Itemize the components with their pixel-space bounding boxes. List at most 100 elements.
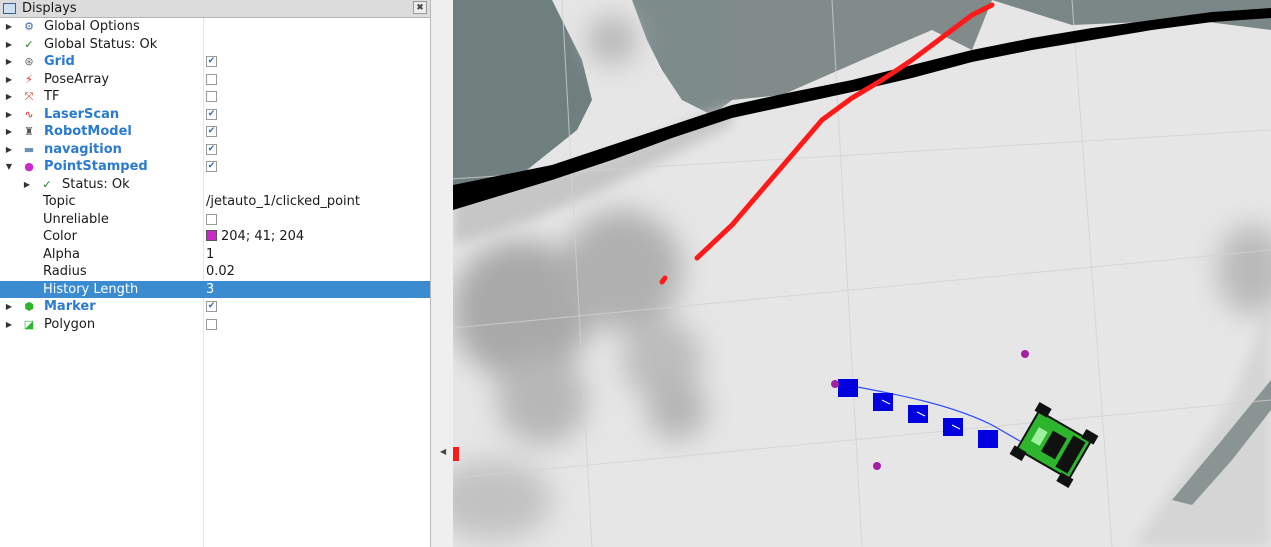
display-row-pointstamped[interactable]: ▼ ● PointStamped ✔: [0, 158, 430, 176]
property-value-text: 3: [206, 281, 215, 297]
expand-arrow-right-icon[interactable]: ▶: [4, 106, 14, 124]
display-label: Unreliable: [43, 211, 109, 227]
checkbox-checked[interactable]: ✔: [206, 301, 217, 312]
display-row-marker[interactable]: ▶ ⬢ Marker ✔: [0, 298, 430, 316]
display-label: navagition: [44, 141, 122, 157]
clicked-point: [831, 380, 839, 388]
map-view[interactable]: [432, 0, 1271, 547]
point-icon: ●: [24, 160, 34, 173]
display-label: Radius: [43, 264, 87, 279]
expand-arrow-right-icon[interactable]: ▶: [4, 141, 14, 159]
checkbox-checked[interactable]: ✔: [206, 108, 217, 120]
expand-arrow-right-icon[interactable]: ▶: [4, 53, 14, 71]
property-value-text: /jetauto_1/clicked_point: [206, 194, 360, 209]
display-label: PoseArray: [44, 71, 110, 87]
property-value[interactable]: 0.02: [206, 263, 235, 281]
clicked-point: [873, 462, 881, 470]
display-row-history-length[interactable]: History Length 3: [0, 280, 430, 299]
expand-arrow-right-icon[interactable]: ▶: [4, 36, 14, 54]
display-row-radius[interactable]: Radius 0.02: [0, 263, 430, 281]
clicked-point: [1021, 350, 1029, 358]
checkbox-unchecked[interactable]: [206, 73, 217, 85]
display-label: TF: [44, 89, 60, 104]
display-label: RobotModel: [44, 124, 132, 139]
property-value-text: 0.02: [206, 264, 235, 279]
expand-arrow-right-icon[interactable]: ▶: [22, 176, 32, 194]
display-label: LaserScan: [44, 106, 120, 122]
robot-icon: ♜: [24, 125, 34, 138]
display-row-posearray[interactable]: ▶ ⚡ PoseArray: [0, 71, 430, 89]
display-label: History Length: [43, 281, 139, 297]
checkbox-unchecked[interactable]: [206, 213, 217, 225]
folder-icon: ▬: [23, 142, 35, 156]
display-row-global-status-ok[interactable]: ▶ ✓ Global Status: Ok: [0, 36, 430, 54]
display-row-unreliable[interactable]: Unreliable: [0, 211, 430, 229]
polygon-icon: ◪: [23, 317, 35, 331]
checkbox-checked[interactable]: ✔: [206, 161, 217, 172]
path-marker: [978, 430, 998, 448]
property-value[interactable]: 3: [206, 281, 214, 299]
property-value-text: 1: [206, 246, 215, 262]
laser-point-edge: [453, 447, 459, 461]
panel-title: Displays: [22, 1, 77, 16]
display-label: PointStamped: [44, 159, 148, 174]
display-row-grid[interactable]: ▶ ⊛ Grid ✔: [0, 53, 430, 71]
laserscan-icon: ∿: [24, 107, 34, 121]
displays-tree: ▶ ⚙ Global Options ▶ ✓ Global Status: Ok ▶ ⊛ Gri…: [0, 18, 430, 333]
display-row-navagition[interactable]: ▶ ▬ navagition ✔: [0, 141, 430, 159]
color-swatch[interactable]: [206, 230, 217, 241]
display-row-laserscan[interactable]: ▶ ∿ LaserScan ✔: [0, 106, 430, 124]
expand-arrow-right-icon[interactable]: ▶: [4, 298, 14, 316]
expand-arrow-right-icon[interactable]: ▶: [4, 316, 14, 334]
display-row-robotmodel[interactable]: ▶ ♜ RobotModel ✔: [0, 123, 430, 141]
checkbox-unchecked[interactable]: [206, 318, 217, 330]
expand-arrow-right-icon[interactable]: ▶: [4, 71, 14, 89]
display-label: Topic: [43, 194, 76, 209]
rviz-3d-viewport[interactable]: [432, 0, 1271, 547]
display-row-alpha[interactable]: Alpha 1: [0, 246, 430, 264]
display-label: Polygon: [44, 316, 96, 332]
path-marker: [838, 379, 858, 397]
expand-arrow-right-icon[interactable]: ▶: [4, 88, 14, 106]
display-row-topic[interactable]: Topic/jetauto_1/clicked_point: [0, 193, 430, 211]
property-value[interactable]: 204; 41; 204: [206, 228, 304, 246]
posearray-icon: ⚡: [25, 72, 33, 86]
display-label: Global Status: Ok: [44, 36, 158, 52]
display-row-polygon[interactable]: ▶ ◪ Polygon: [0, 316, 430, 334]
display-label: Color: [43, 229, 77, 244]
marker-icon: ⬢: [24, 300, 34, 313]
displays-panel: Displays ✖ ▶ ⚙ Global Options ▶ ✓ Global Stat…: [0, 0, 431, 547]
panel-splitter[interactable]: [432, 0, 453, 547]
check-icon: ✓: [24, 37, 34, 51]
gear-icon: ⚙: [24, 20, 34, 33]
display-label: Global Options: [44, 19, 140, 34]
expand-arrow-down-icon[interactable]: ▼: [4, 158, 14, 176]
display-label: Alpha: [43, 246, 80, 262]
checkbox-checked[interactable]: ✔: [206, 143, 217, 155]
collapse-arrow-icon[interactable]: ◀: [440, 447, 446, 456]
path-marker: [873, 393, 893, 411]
display-row-global-options[interactable]: ▶ ⚙ Global Options: [0, 18, 430, 36]
grid-icon: ⊛: [24, 55, 34, 68]
property-value[interactable]: /jetauto_1/clicked_point: [206, 193, 360, 211]
display-label: Grid: [44, 54, 75, 69]
tf-icon: ⤧: [24, 90, 34, 103]
checkbox-checked[interactable]: ✔: [206, 56, 217, 67]
expand-arrow-right-icon[interactable]: ▶: [4, 18, 14, 36]
checkbox-checked[interactable]: ✔: [206, 126, 217, 137]
check-icon: ✓: [42, 177, 52, 191]
close-icon[interactable]: ✖: [413, 1, 427, 14]
display-row-tf[interactable]: ▶ ⤧ TF: [0, 88, 430, 106]
property-value-text: 204; 41; 204: [221, 229, 305, 244]
property-value[interactable]: 1: [206, 246, 214, 264]
display-label: Marker: [44, 299, 96, 314]
display-row-color[interactable]: Color 204; 41; 204: [0, 228, 430, 246]
display-row-status-ok[interactable]: ▶ ✓ Status: Ok: [0, 176, 430, 194]
display-label: Status: Ok: [62, 176, 130, 192]
path-marker: [943, 418, 963, 436]
expand-arrow-right-icon[interactable]: ▶: [4, 123, 14, 141]
monitor-icon: [3, 3, 16, 14]
displays-titlebar: Displays ✖: [0, 0, 430, 18]
path-marker: [908, 405, 928, 423]
checkbox-unchecked[interactable]: [206, 91, 217, 102]
